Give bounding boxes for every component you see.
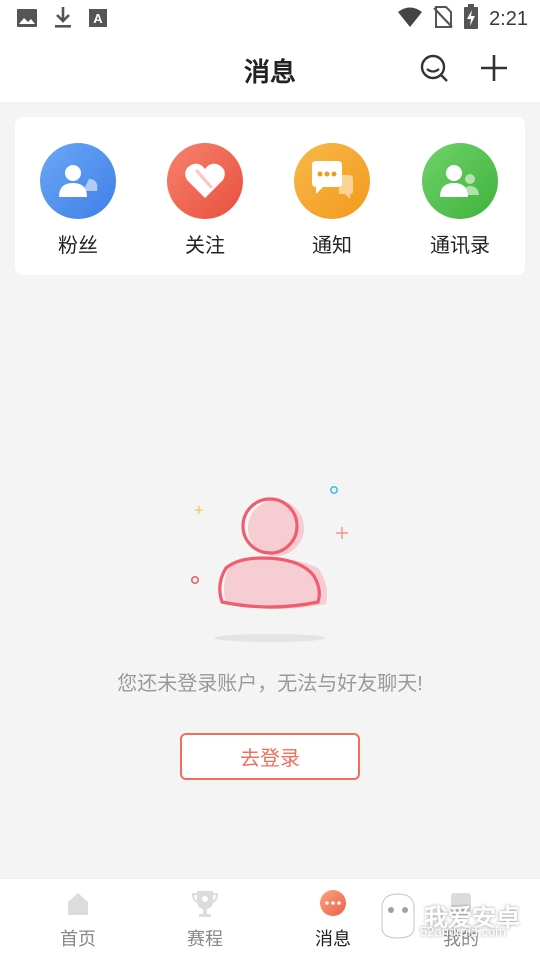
trophy-icon xyxy=(155,889,255,919)
empty-state-message: 您还未登录账户，无法与好友聊天! xyxy=(117,673,423,695)
home-icon xyxy=(28,889,128,919)
entry-label: 通讯录 xyxy=(430,235,490,257)
tab-messages[interactable]: 消息 xyxy=(283,889,383,951)
entry-fans[interactable]: 粉丝 xyxy=(33,143,123,263)
person-placeholder-icon xyxy=(191,486,348,642)
entry-label: 关注 xyxy=(185,235,225,257)
entry-label: 粉丝 xyxy=(58,235,98,257)
tab-label: 消息 xyxy=(315,929,351,949)
tab-label: 首页 xyxy=(60,929,96,949)
wifi-icon xyxy=(397,6,423,33)
text-a-icon: A xyxy=(88,8,108,33)
status-time: 2:21 xyxy=(489,8,528,30)
entry-label: 通知 xyxy=(312,235,352,257)
battery-charging-icon xyxy=(463,4,479,35)
tab-home[interactable]: 首页 xyxy=(28,889,128,951)
status-bar: A 2:21 xyxy=(0,0,540,36)
svg-text:A: A xyxy=(93,11,103,26)
search-icon xyxy=(419,53,449,88)
add-button[interactable] xyxy=(474,50,514,90)
entry-notifications[interactable]: 通知 xyxy=(287,143,377,263)
chat-bubble-icon xyxy=(294,143,370,219)
plus-icon xyxy=(479,53,509,88)
login-button[interactable]: 去登录 xyxy=(180,733,360,780)
entry-follow[interactable]: 关注 xyxy=(160,143,250,263)
no-sim-icon xyxy=(433,5,453,34)
watermark-url: 52android.com xyxy=(420,924,506,939)
empty-state-illustration xyxy=(0,480,540,655)
entry-contacts[interactable]: 通讯录 xyxy=(415,143,505,263)
user-icon xyxy=(40,143,116,219)
image-icon xyxy=(16,7,38,34)
header: 消息 xyxy=(0,36,540,102)
download-icon xyxy=(52,6,74,35)
message-icon xyxy=(283,889,383,919)
watermark: 我爱安卓 52android.com xyxy=(378,884,520,947)
tab-label: 赛程 xyxy=(187,929,223,949)
heart-icon xyxy=(167,143,243,219)
search-button[interactable] xyxy=(414,50,454,90)
tab-schedule[interactable]: 赛程 xyxy=(155,889,255,951)
page-title: 消息 xyxy=(243,57,296,87)
quick-entries-card: 粉丝 关注 通知 通讯录 xyxy=(15,117,525,275)
android-robot-icon xyxy=(378,884,418,947)
contacts-icon xyxy=(422,143,498,219)
